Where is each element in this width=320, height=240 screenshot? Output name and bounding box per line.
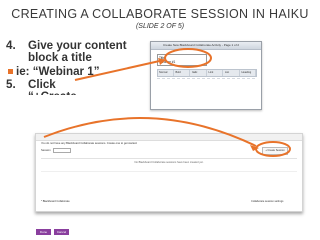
create-session-button[interactable]: + Create Session (262, 147, 288, 155)
step-5-number: 5. (6, 78, 16, 92)
slide-title: CREATING A COLLABORATE SESSION IN HAIKU (11, 7, 309, 21)
title-field[interactable]: Title Webinar #1 (157, 54, 207, 66)
step-5-text: Click (28, 78, 56, 92)
create-activity-dialog: Create New Blackboard Collaborate Activi… (150, 41, 262, 110)
footer-right-text: Collaborate session settings (251, 200, 284, 203)
dialog-title-bar: Create New Blackboard Collaborate Activi… (151, 42, 261, 50)
instruction-list: 4. Give your content block a title ie: “… (6, 39, 148, 96)
step-5: 5. Click “+Create (6, 78, 148, 95)
toolbar-tab[interactable]: List (224, 70, 240, 76)
bullet-square-icon (8, 68, 13, 74)
toolbar-tab[interactable]: Normal (158, 70, 174, 76)
session-row: Session (41, 148, 72, 153)
divider (41, 158, 297, 159)
slide-subtitle: (SLIDE 2 OF 5) (135, 23, 185, 30)
step-5-cut-text: “+Create (28, 91, 148, 95)
toolbar-tab[interactable]: Heading (241, 70, 256, 76)
done-button[interactable]: Done (36, 229, 51, 235)
page-header-bar (36, 134, 302, 141)
editor-toolbar: Normal Bold Italic Link List Heading (157, 69, 257, 77)
title-field-value[interactable]: Webinar #1 (159, 60, 175, 64)
collaborate-page-screenshot: You do not have any Blackboard Collabora… (35, 133, 303, 212)
cancel-button[interactable]: Cancel (54, 229, 69, 235)
divider (41, 171, 297, 172)
toolbar-tab[interactable]: Bold (175, 70, 190, 76)
dialog-body (157, 78, 255, 107)
bottom-buttons: Done Cancel (36, 229, 69, 235)
intro-text: You do not have any Blackboard Collabora… (41, 142, 138, 145)
footer-left-text: * Blackboard Collaborate (41, 200, 70, 203)
toolbar-tab[interactable]: Link (208, 70, 223, 76)
example-text: ie: “Webinar 1” (16, 64, 100, 78)
toolbar-tab[interactable]: Italic (191, 70, 207, 76)
step-4-number: 4. (6, 39, 16, 52)
session-label: Session (41, 149, 51, 153)
step-4: 4. Give your content block a title (6, 39, 148, 65)
session-select[interactable] (53, 148, 72, 153)
example-bullet: ie: “Webinar 1” (6, 64, 148, 78)
empty-state-text: No Blackboard Collaborate sessions have … (134, 161, 204, 164)
step-4-text: Give your content block a title (28, 39, 127, 65)
